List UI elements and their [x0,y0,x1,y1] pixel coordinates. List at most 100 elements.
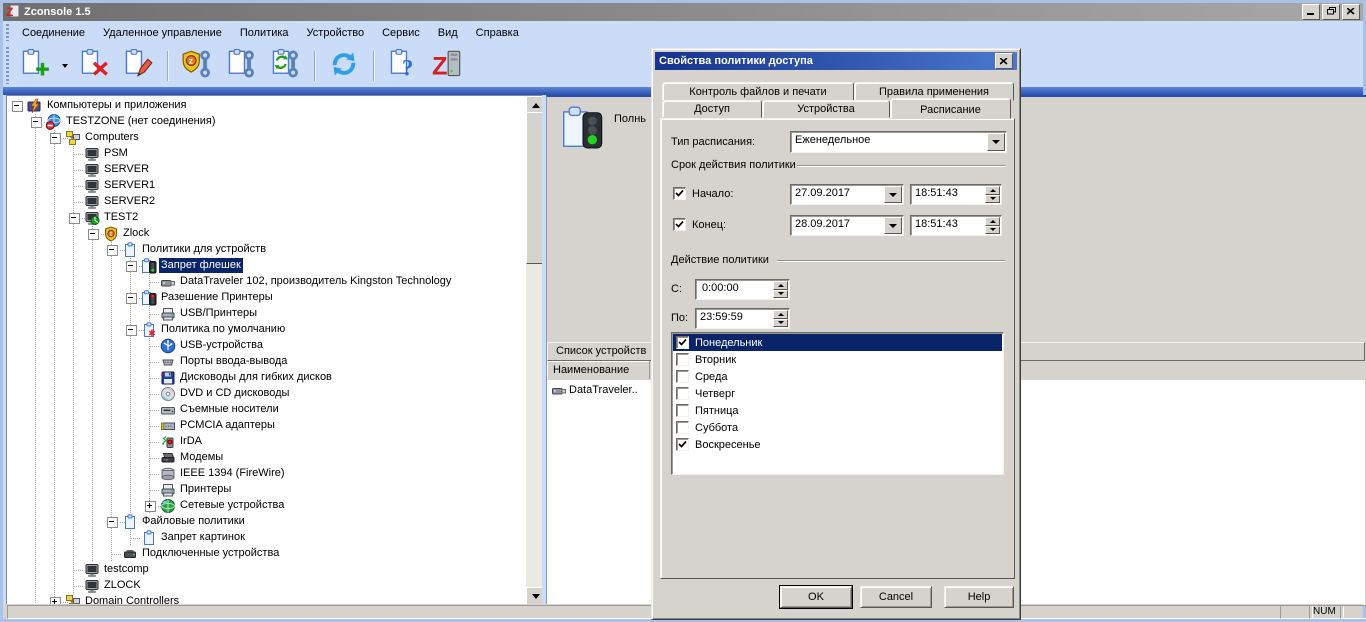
to-time-spinner[interactable]: 23:59:59 [695,308,790,329]
weekday-row-4[interactable]: Четверг [673,385,1002,402]
start-time-updown[interactable] [985,186,1000,203]
tree-row[interactable]: Подключенные устройства [7,546,523,562]
dialog-close-button[interactable] [995,53,1013,69]
menu-item-4[interactable]: Устройство [298,24,374,42]
minimize-button[interactable] [1302,4,1320,20]
tree-item-label[interactable]: USB/Принтеры [178,306,259,321]
tree-item-label[interactable]: TESTZONE (нет соединения) [64,114,218,129]
tree-row[interactable]: z Zlock [7,226,523,242]
tree-row[interactable]: PCMCIA адаптеры [7,418,523,434]
spin-down-button[interactable] [773,289,788,298]
tree-row[interactable]: TESTZONE (нет соединения) [7,114,523,130]
end-date-picker[interactable]: 28.09.2017 [790,215,904,236]
help-button[interactable]: ? [383,47,423,85]
tree-item-label[interactable]: DVD и CD дисководы [178,386,291,401]
tree-item-label[interactable]: testcomp [102,562,151,577]
tree-item-label[interactable]: Computers [83,130,141,145]
from-time-spinner[interactable]: 0:00:00 [695,279,790,300]
ok-button[interactable]: OK [779,585,853,609]
tree-row[interactable]: ZLOCK [7,578,523,594]
tree-item-label[interactable]: IrDA [178,434,204,449]
collapse-toggle[interactable] [12,101,23,112]
from-time-updown[interactable] [773,281,788,298]
tree-row[interactable]: testcomp [7,562,523,578]
weekday-checkbox[interactable] [676,370,689,383]
tree-row[interactable]: Разешение Принтеры [7,290,523,306]
cancel-button[interactable]: Cancel [860,586,932,608]
policy-settings-button[interactable] [221,47,261,85]
tree-item-label[interactable]: Сетевые устройства [178,498,286,513]
tree-row[interactable]: SERVER1 [7,178,523,194]
menu-item-5[interactable]: Сервис [373,24,429,42]
weekday-row-3[interactable]: Среда [673,368,1002,385]
weekday-row-7[interactable]: Воскресенье [673,436,1002,453]
tab-devices[interactable]: Устройства [762,100,890,118]
tree-row[interactable]: Политики для устройств [7,242,523,258]
weekday-checkbox[interactable] [676,404,689,417]
spin-down-button[interactable] [773,318,788,327]
spin-down-button[interactable] [985,225,1000,234]
tree-row[interactable]: IrDA [7,434,523,450]
spin-up-button[interactable] [985,217,1000,226]
tree-item-label[interactable]: Дисководы для гибких дисков [178,370,334,385]
collapse-toggle[interactable] [107,245,118,256]
tree-vertical-scrollbar[interactable] [526,96,545,605]
weekday-checkbox[interactable] [676,438,689,451]
tree-row[interactable]: Модемы [7,450,523,466]
tab-access[interactable]: Доступ [662,100,762,118]
menu-item-3[interactable]: Политика [231,24,298,42]
menu-item-1[interactable]: Соединение [13,24,94,42]
column-header-name[interactable]: Наименование [547,361,650,379]
tree-item-label[interactable]: USB-устройства [178,338,265,353]
weekday-row-6[interactable]: Суббота [673,419,1002,436]
weekday-checkbox[interactable] [676,336,689,349]
tree-row[interactable]: Запрет флешек [7,258,523,274]
dialog-title-bar[interactable]: Свойства политики доступа [655,52,1017,70]
tree-item-label[interactable]: Запрет флешек [159,258,243,273]
tree-row[interactable]: Порты ввода-вывода [7,354,523,370]
collapse-toggle[interactable] [126,293,137,304]
title-bar[interactable]: Z Zconsole 1.5 [3,3,1363,21]
tree-row[interactable]: USB/Принтеры [7,306,523,322]
tree-row[interactable]: Файловые политики [7,514,523,530]
tree-item-label[interactable]: Компьютеры и приложения [45,98,189,113]
refresh-button[interactable] [324,47,364,85]
tree-row[interactable]: DVD и CD дисководы [7,386,523,402]
tree-item-label[interactable]: Разешение Принтеры [159,290,275,305]
start-date-dropdown-button[interactable] [884,186,902,203]
tree-item-label[interactable]: Подключенные устройства [140,546,281,561]
tree-item-label[interactable]: PSM [102,146,130,161]
collapse-toggle[interactable] [88,229,99,240]
expand-toggle[interactable] [145,501,156,512]
tree-row[interactable]: Сетевые устройства [7,498,523,514]
close-button[interactable] [1342,4,1360,20]
collapse-toggle[interactable] [107,517,118,528]
tree-item-label[interactable]: Съемные носители [178,402,281,417]
tree-row[interactable]: SERVER [7,162,523,178]
tree-row[interactable]: TEST2 [7,210,523,226]
tree-item-label[interactable]: Принтеры [178,482,233,497]
tree-item-label[interactable]: Запрет картинок [159,530,247,545]
tree-item-label[interactable]: DataTraveler 102, производитель Kingston… [178,274,453,289]
tree-row[interactable]: Компьютеры и приложения [7,98,523,114]
weekday-checkbox[interactable] [676,387,689,400]
tree-item-label[interactable]: SERVER1 [102,178,157,193]
tree-row[interactable]: Запрет картинок [7,530,523,546]
tab-files-print-control[interactable]: Контроль файлов и печати [662,82,854,101]
tree-row[interactable]: IEEE 1394 (FireWire) [7,466,523,482]
weekday-row-2[interactable]: Вторник [673,351,1002,368]
menu-grip[interactable] [6,24,9,41]
tree-row[interactable]: DataTraveler 102, производитель Kingston… [7,274,523,290]
tree-item-label[interactable]: SERVER2 [102,194,157,209]
help-button[interactable]: Help [944,586,1014,608]
menu-item-2[interactable]: Удаленное управление [94,24,231,42]
tree-row[interactable]: Принтеры [7,482,523,498]
collapse-toggle[interactable] [50,133,61,144]
tree-item-label[interactable]: SERVER [102,162,151,177]
collapse-toggle[interactable] [126,261,137,272]
start-checkbox[interactable] [673,187,686,200]
start-time-spinner[interactable]: 18:51:43 [910,184,1002,205]
restore-button[interactable] [1322,4,1340,20]
to-time-updown[interactable] [773,310,788,327]
delete-policy-button[interactable] [74,47,114,85]
